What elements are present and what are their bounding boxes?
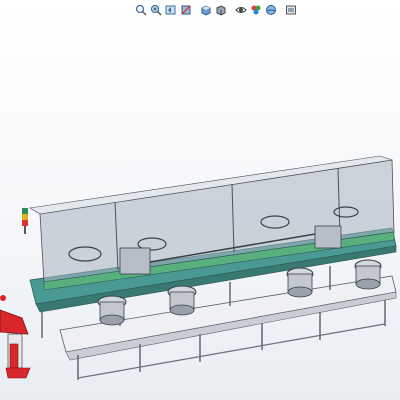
view-settings-icon[interactable] xyxy=(284,3,298,17)
zoom-to-fit-icon[interactable] xyxy=(134,3,148,17)
apply-scene-icon[interactable] xyxy=(264,3,278,17)
section-view-icon[interactable] xyxy=(179,3,193,17)
stack-light xyxy=(22,208,28,234)
heads-up-view-toolbar xyxy=(134,2,298,18)
graphics-area[interactable] xyxy=(0,0,400,400)
bowl-feeder-2 xyxy=(167,285,197,316)
red-fixture xyxy=(0,295,31,379)
bowl-feeder-3 xyxy=(286,267,314,298)
bowl-feeder-4 xyxy=(354,259,382,290)
edit-appearance-icon[interactable] xyxy=(249,3,263,17)
bowl-feeder-1 xyxy=(97,295,127,326)
view-orientation-icon[interactable] xyxy=(199,3,213,17)
previous-view-icon[interactable] xyxy=(164,3,178,17)
assembly-model xyxy=(0,155,397,380)
display-style-icon[interactable] xyxy=(214,3,228,17)
hide-show-items-icon[interactable] xyxy=(234,3,248,17)
zoom-to-area-icon[interactable] xyxy=(149,3,163,17)
